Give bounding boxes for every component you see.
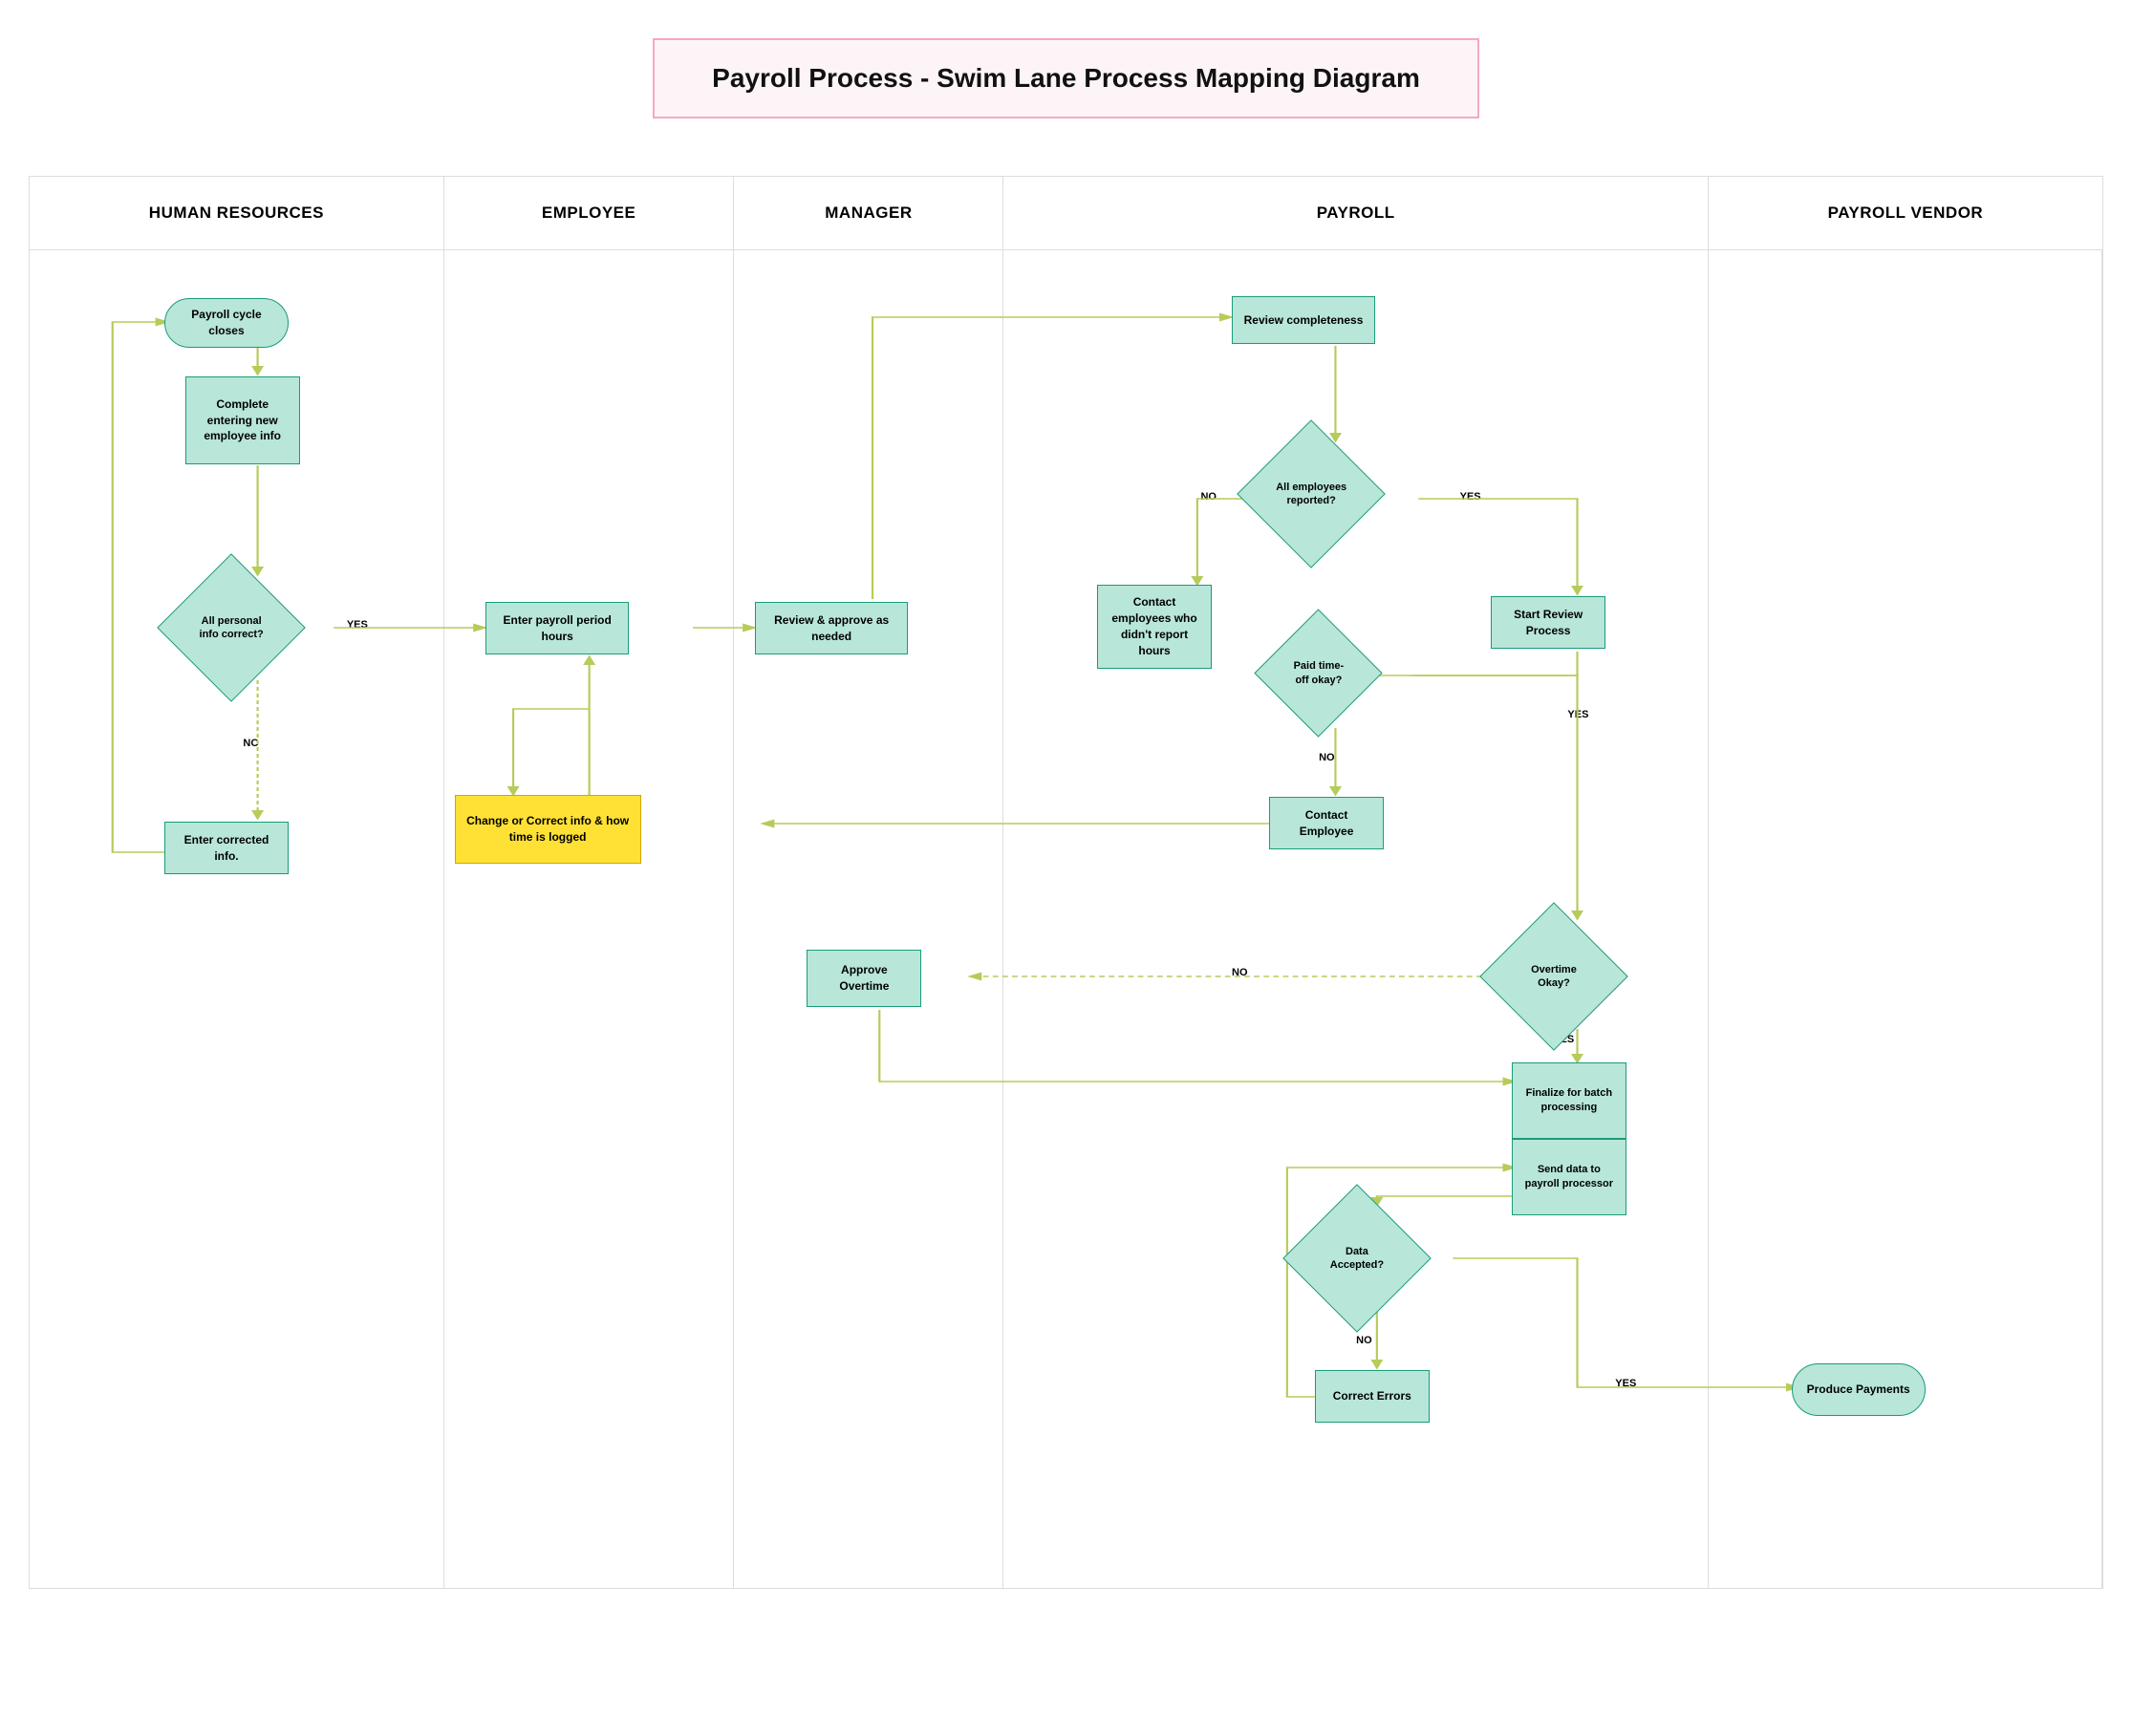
- node-enter-corrected: Enter corrected info.: [164, 822, 289, 874]
- decision-overtime-okay: Overtime Okay?: [1501, 924, 1606, 1029]
- label-no: NO: [1356, 1335, 1372, 1346]
- lane-header-manager: MANAGER: [734, 177, 1003, 249]
- lane-body: Payroll cycle closes Complete entering n…: [30, 250, 2102, 1588]
- node-label: Start Review Process: [1499, 607, 1597, 639]
- node-approve-overtime: Approve Overtime: [807, 950, 921, 1007]
- node-contact-employee: Contact Employee: [1269, 797, 1384, 849]
- node-start-review: Start Review Process: [1491, 596, 1605, 649]
- node-label: Contact employees who didn't report hour…: [1106, 594, 1203, 658]
- node-enter-payroll-hours: Enter payroll period hours: [485, 602, 629, 654]
- node-label: Finalize for batch processing: [1520, 1086, 1618, 1116]
- node-label: Data Accepted?: [1304, 1206, 1410, 1311]
- node-contact-emp-noreport: Contact employees who didn't report hour…: [1097, 585, 1212, 669]
- label-no: NO: [1232, 967, 1248, 978]
- lane-col-manager: [734, 250, 1003, 1588]
- node-correct-errors: Correct Errors: [1315, 1370, 1430, 1423]
- label-no: NO: [1319, 752, 1335, 763]
- node-label: All employees reported?: [1259, 441, 1364, 547]
- lane-header-hr: HUMAN RESOURCES: [30, 177, 444, 249]
- node-label: Review completeness: [1244, 312, 1364, 329]
- node-label: Paid time-off okay?: [1273, 628, 1364, 718]
- node-complete-entering: Complete entering new employee info: [185, 376, 300, 464]
- decision-paid-timeoff: Paid time-off okay?: [1273, 628, 1364, 718]
- node-label: Send data to payroll processor: [1520, 1163, 1618, 1192]
- node-label: Correct Errors: [1333, 1388, 1411, 1404]
- lane-header-payroll: PAYROLL: [1003, 177, 1708, 249]
- lane-headers: HUMAN RESOURCES EMPLOYEE MANAGER PAYROLL…: [30, 177, 2102, 250]
- node-send-data: Send data to payroll processor: [1512, 1139, 1626, 1215]
- node-finalize-batch: Finalize for batch processing: [1512, 1062, 1626, 1139]
- node-label: Complete entering new employee info: [194, 396, 291, 444]
- node-label: Change or Correct info & how time is log…: [463, 813, 633, 846]
- decision-all-emp-reported: All employees reported?: [1259, 441, 1364, 547]
- diagram-title-box: Payroll Process - Swim Lane Process Mapp…: [653, 38, 1479, 118]
- node-change-correct: Change or Correct info & how time is log…: [455, 795, 641, 864]
- decision-personal-info: All personal info correct?: [179, 575, 284, 680]
- label-no: NO: [1200, 491, 1217, 503]
- node-produce-payments: Produce Payments: [1792, 1363, 1926, 1416]
- node-label: Approve Overtime: [815, 962, 913, 995]
- node-label: Payroll cycle closes: [173, 307, 280, 339]
- node-review-approve: Review & approve as needed: [755, 602, 908, 654]
- node-label: Contact Employee: [1278, 807, 1375, 840]
- node-label: Enter payroll period hours: [494, 612, 620, 645]
- node-review-completeness: Review completeness: [1232, 296, 1375, 344]
- lane-header-vendor: PAYROLL VENDOR: [1709, 177, 2102, 249]
- node-label: Produce Payments: [1807, 1382, 1910, 1398]
- node-label: Enter corrected info.: [173, 832, 280, 865]
- swimlane-diagram: HUMAN RESOURCES EMPLOYEE MANAGER PAYROLL…: [29, 176, 2103, 1589]
- label-yes: YES: [347, 619, 368, 631]
- node-payroll-cycle-closes: Payroll cycle closes: [164, 298, 289, 348]
- node-label: Overtime Okay?: [1501, 924, 1606, 1029]
- lane-col-employee: [444, 250, 735, 1588]
- lane-header-employee: EMPLOYEE: [444, 177, 735, 249]
- label-yes: YES: [1567, 709, 1588, 720]
- label-no: NO: [243, 738, 259, 749]
- node-label: Review & approve as needed: [764, 612, 899, 645]
- label-yes: YES: [1615, 1378, 1636, 1389]
- node-label: All personal info correct?: [179, 575, 284, 680]
- diagram-title: Payroll Process - Swim Lane Process Mapp…: [712, 63, 1420, 94]
- decision-data-accepted: Data Accepted?: [1304, 1206, 1410, 1311]
- label-yes: YES: [1460, 491, 1481, 503]
